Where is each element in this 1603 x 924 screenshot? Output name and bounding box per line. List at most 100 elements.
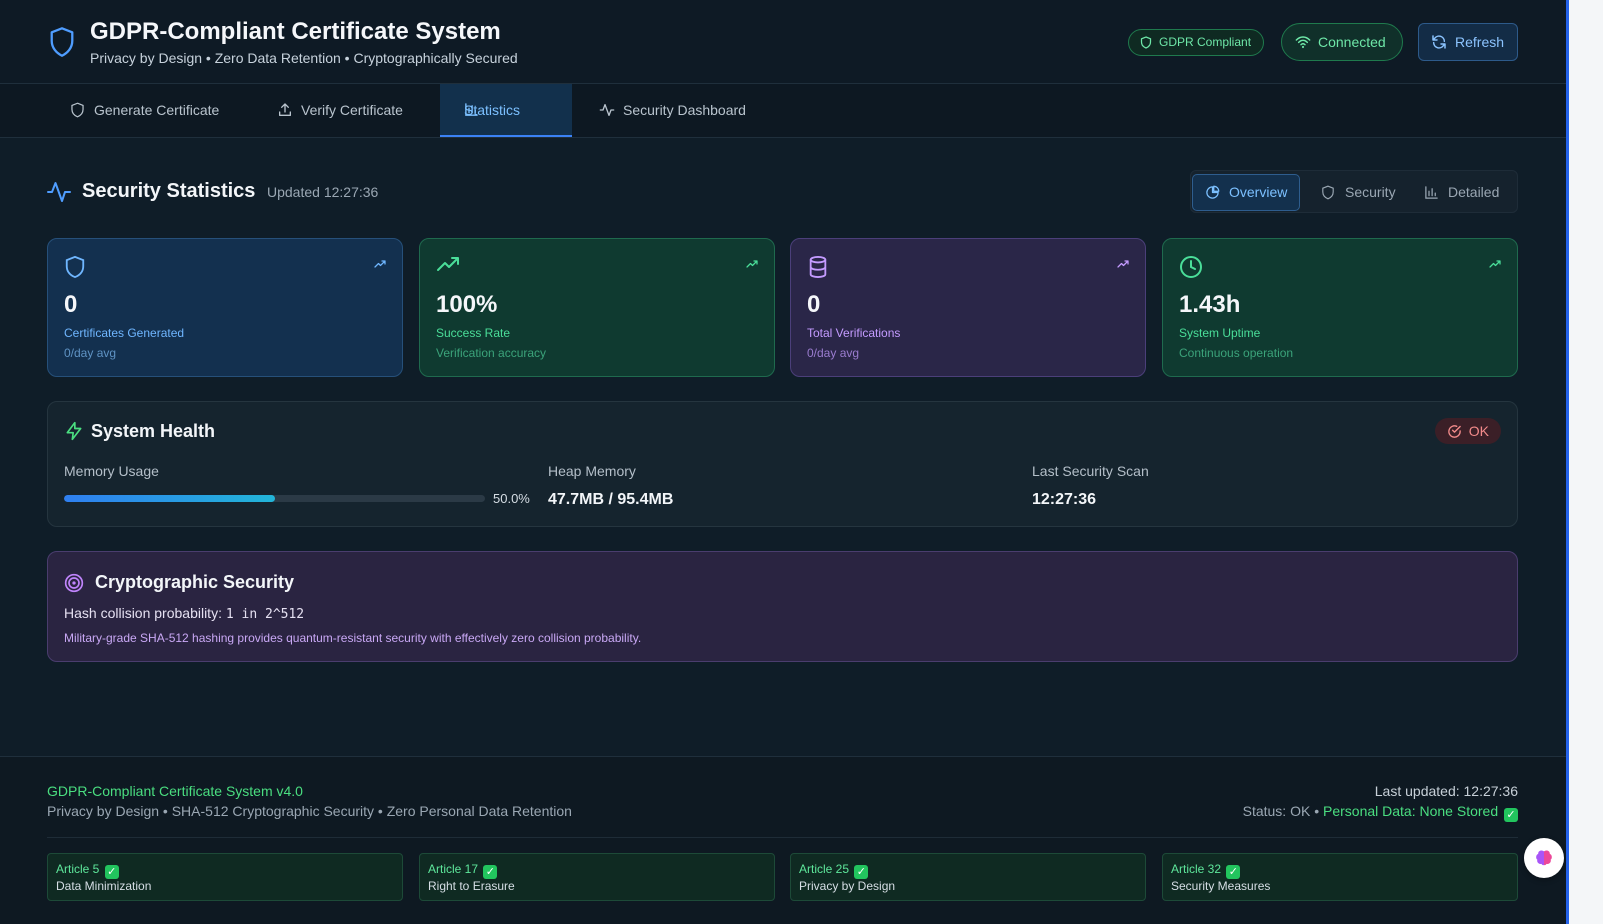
gdpr-article-card: Article 32 ✓ Security Measures	[1162, 853, 1518, 901]
tab-verify-certificate[interactable]: Verify Certificate	[277, 84, 403, 137]
activity-icon	[47, 182, 71, 202]
stat-card-certificates: 0 Certificates Generated 0/day avg	[47, 238, 403, 377]
activity-icon	[599, 104, 615, 116]
wifi-icon	[1295, 36, 1311, 49]
article-name: Right to Erasure	[428, 879, 515, 893]
article-name: Security Measures	[1171, 879, 1271, 893]
check-icon: ✓	[104, 865, 119, 879]
view-security-button[interactable]: Security	[1321, 174, 1396, 211]
last-scan-label: Last Security Scan	[1032, 463, 1149, 479]
article-number: Article 5 ✓	[56, 862, 119, 879]
article-number: Article 17 ✓	[428, 862, 498, 879]
card-value: 1.43h	[1179, 291, 1241, 318]
trending-up-icon	[437, 257, 459, 271]
heap-memory-label: Heap Memory	[548, 463, 636, 479]
check-icon: ✓	[1504, 808, 1518, 822]
collision-value: 1 in 2^512	[225, 607, 305, 622]
brain-icon	[1536, 850, 1552, 866]
gdpr-badge-label: GDPR Compliant	[1159, 35, 1252, 49]
view-switcher: Overview Security Detailed	[1190, 170, 1518, 213]
stat-card-uptime: 1.43h System Uptime Continuous operation	[1162, 238, 1518, 377]
footer-divider	[47, 837, 1518, 838]
gdpr-compliant-badge: GDPR Compliant	[1128, 29, 1265, 56]
stat-card-success-rate: 100% Success Rate Verification accuracy	[419, 238, 775, 377]
footer: GDPR-Compliant Certificate System v4.0 P…	[0, 756, 1566, 924]
app-subtitle: Privacy by Design • Zero Data Retention …	[90, 50, 518, 66]
view-overview-button[interactable]: Overview	[1192, 174, 1301, 211]
collision-probability: Hash collision probability: 1 in 2^512	[64, 605, 304, 622]
shield-icon	[71, 102, 84, 118]
trending-up-icon	[1489, 260, 1501, 268]
memory-usage-percent: 50.0%	[493, 491, 530, 506]
card-label: Certificates Generated	[64, 326, 185, 340]
system-health-panel: System Health OK Memory Usage 50.0% Heap…	[47, 401, 1518, 527]
view-detailed-button[interactable]: Detailed	[1424, 174, 1499, 211]
tab-statistics[interactable]: Statistics	[440, 84, 572, 137]
shield-icon	[1322, 185, 1334, 200]
shield-icon	[65, 255, 85, 279]
browser-side-strip	[1566, 0, 1603, 924]
clock-icon	[1180, 256, 1202, 278]
personal-data-status: Personal Data: None Stored	[1323, 803, 1499, 819]
view-label: Overview	[1229, 184, 1288, 200]
refresh-label: Refresh	[1455, 34, 1505, 50]
view-label: Security	[1345, 184, 1396, 200]
gdpr-article-card: Article 5 ✓ Data Minimization	[47, 853, 403, 901]
updated-timestamp: Updated 12:27:36	[267, 184, 379, 200]
connection-status: Connected	[1281, 23, 1403, 61]
database-icon	[809, 256, 827, 279]
tab-generate-certificate[interactable]: Generate Certificate	[70, 84, 219, 137]
pie-chart-icon	[1206, 185, 1220, 199]
target-icon	[64, 573, 84, 593]
trending-up-icon	[746, 260, 758, 268]
tab-label: Verify Certificate	[301, 102, 403, 118]
bar-chart-icon	[465, 103, 478, 116]
system-health-title: System Health	[91, 421, 216, 441]
trending-up-icon	[374, 260, 386, 268]
tab-security-dashboard[interactable]: Security Dashboard	[599, 84, 746, 137]
card-sub: 0/day avg	[64, 346, 117, 360]
footer-subtitle: Privacy by Design • SHA-512 Cryptographi…	[47, 803, 572, 819]
card-value: 0	[807, 291, 821, 318]
view-label: Detailed	[1448, 184, 1500, 200]
heap-memory-value: 47.7MB / 95.4MB	[548, 491, 674, 508]
check-circle-icon	[1447, 425, 1461, 438]
footer-title: GDPR-Compliant Certificate System v4.0	[47, 783, 303, 799]
app-title: GDPR-Compliant Certificate System	[90, 18, 501, 45]
cryptographic-security-panel: Cryptographic Security Hash collision pr…	[47, 551, 1518, 662]
memory-usage-fill	[64, 495, 275, 502]
check-icon: ✓	[483, 865, 498, 879]
health-status-label: OK	[1468, 423, 1489, 439]
tab-label: Generate Certificate	[94, 102, 220, 118]
crypto-title: Cryptographic Security	[95, 572, 295, 592]
footer-last-updated: Last updated: 12:27:36	[1374, 783, 1518, 799]
app-header: GDPR-Compliant Certificate System Privac…	[0, 0, 1566, 84]
trending-up-icon	[1117, 260, 1129, 268]
app-window: GDPR-Compliant Certificate System Privac…	[0, 0, 1566, 924]
health-status-badge: OK	[1434, 418, 1501, 444]
tab-label: Security Dashboard	[623, 102, 746, 118]
shield-logo-icon	[50, 27, 74, 57]
article-name: Data Minimization	[56, 879, 152, 893]
memory-usage-label: Memory Usage	[64, 463, 159, 479]
refresh-button[interactable]: Refresh	[1418, 23, 1518, 61]
card-label: Total Verifications	[807, 326, 901, 340]
article-number: Article 25 ✓	[799, 862, 869, 879]
check-icon: ✓	[854, 865, 869, 879]
memory-usage-bar	[64, 495, 485, 502]
crypto-description: Military-grade SHA-512 hashing provides …	[64, 631, 642, 645]
article-number: Article 32 ✓	[1171, 862, 1241, 879]
status-prefix: Status: OK •	[1242, 803, 1320, 819]
card-value: 100%	[436, 291, 498, 318]
upload-icon	[279, 103, 291, 116]
check-icon: ✓	[1226, 865, 1241, 879]
card-label: System Uptime	[1179, 326, 1261, 340]
lightning-icon	[66, 421, 82, 441]
assistant-button[interactable]	[1524, 838, 1564, 878]
refresh-icon	[1432, 35, 1446, 49]
card-value: 0	[64, 291, 78, 318]
last-scan-value: 12:27:36	[1032, 491, 1097, 508]
card-sub: Verification accuracy	[436, 346, 547, 360]
card-label: Success Rate	[436, 326, 511, 340]
stat-card-verifications: 0 Total Verifications 0/day avg	[790, 238, 1146, 377]
